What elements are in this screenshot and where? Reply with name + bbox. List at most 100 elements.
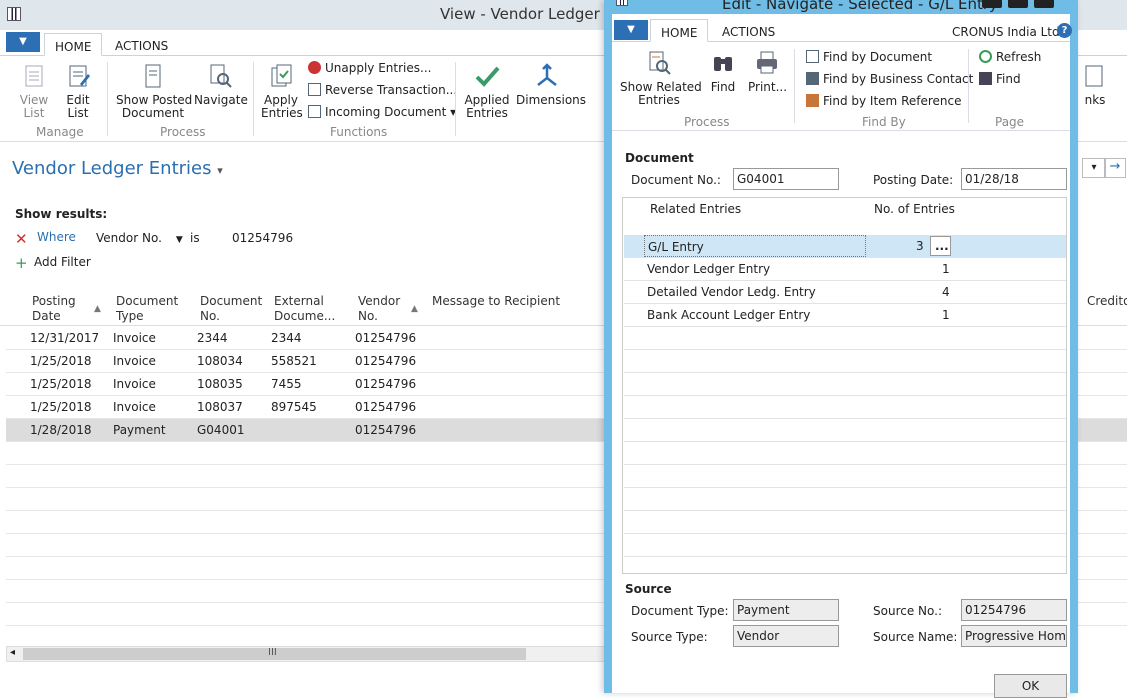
unapply-label: Unapply Entries...: [325, 61, 432, 75]
help-icon[interactable]: ?: [1057, 23, 1072, 38]
document-no-label: Document No.:: [631, 173, 721, 187]
remove-filter-icon[interactable]: ✕: [15, 230, 28, 248]
chevron-down-icon: ▼: [175, 235, 183, 245]
add-filter-link[interactable]: Add Filter: [34, 255, 91, 269]
source-section-title: Source: [625, 582, 672, 596]
empty-row: [624, 373, 1066, 396]
entry-count: 3: [916, 239, 924, 253]
col-document-no[interactable]: Document No.: [200, 294, 262, 324]
list-item[interactable]: Detailed Vendor Ledg. Entry 4: [624, 281, 1066, 304]
app-icon: [7, 7, 21, 21]
show-related-entries-button[interactable]: Show Related Entries: [620, 49, 702, 107]
cell-vendor: 01254796: [355, 400, 417, 414]
col-vendor-no[interactable]: Vendor No.: [358, 294, 400, 324]
list-item-selected[interactable]: G/L Entry 3 ...: [624, 235, 1066, 258]
apply-entries-button[interactable]: Apply Entries: [261, 62, 303, 120]
cell-ext-doc: 2344: [271, 331, 302, 345]
scroll-left-icon[interactable]: ◂: [10, 647, 15, 658]
list-item[interactable]: Vendor Ledger Entry 1: [624, 258, 1066, 281]
unapply-entries-button[interactable]: Unapply Entries...: [308, 61, 431, 75]
chevron-down-icon[interactable]: ▾: [1082, 158, 1106, 178]
view-list-button[interactable]: View List: [14, 62, 54, 120]
cell-vendor: 01254796: [355, 377, 417, 391]
minimize-icon[interactable]: [982, 0, 1002, 8]
col-related-entries[interactable]: Related Entries: [650, 202, 741, 216]
links-label: nks: [1084, 93, 1106, 107]
incoming-document-button[interactable]: Incoming Document ▾: [308, 105, 456, 119]
cell-ext-doc: 897545: [271, 400, 317, 414]
ok-button[interactable]: OK: [994, 674, 1067, 698]
document-no-field[interactable]: G04001: [733, 168, 839, 190]
empty-row: [624, 396, 1066, 419]
entry-name: Detailed Vendor Ledg. Entry: [647, 285, 816, 299]
apply-entries-icon: [271, 64, 292, 87]
dimensions-label: Dimensions: [516, 93, 587, 107]
sort-ascending-icon: ▲: [411, 304, 418, 314]
horizontal-scrollbar[interactable]: ◂ III: [6, 646, 606, 662]
cell-type: Payment: [113, 423, 166, 437]
lookup-ellipsis-button[interactable]: ...: [930, 236, 951, 256]
tab-home[interactable]: HOME: [650, 19, 709, 42]
source-type-field[interactable]: Vendor: [733, 625, 839, 647]
entry-name: Bank Account Ledger Entry: [647, 308, 811, 322]
find-small-button[interactable]: Find: [979, 72, 1021, 86]
col-message-to-recipient[interactable]: Message to Recipient: [432, 294, 560, 309]
posting-date-label: Posting Date:: [873, 173, 954, 187]
show-posted-document-button[interactable]: Show Posted Document: [116, 62, 192, 120]
links-button[interactable]: nks: [1082, 62, 1108, 107]
dialog-ribbon-tabs: ▼ HOME ACTIONS CRONUS India Ltd. ?: [612, 14, 1072, 42]
find-by-contact-button[interactable]: Find by Business Contact: [806, 72, 973, 86]
group-functions-label: Functions: [330, 125, 388, 139]
find-by-contact-label: Find by Business Contact: [823, 72, 974, 86]
source-name-field[interactable]: Progressive Hom...: [961, 625, 1067, 647]
tab-actions[interactable]: ACTIONS: [712, 19, 785, 42]
find-button[interactable]: Find: [706, 49, 740, 94]
document-icon: [145, 64, 161, 88]
filter-value-input[interactable]: 01254796: [232, 231, 293, 245]
plus-icon: +: [15, 254, 28, 272]
cell-date: 12/31/2017: [30, 331, 100, 345]
col-external-document[interactable]: External Docume...: [274, 294, 335, 324]
source-no-field[interactable]: 01254796: [961, 599, 1067, 621]
entry-name: G/L Entry: [644, 235, 866, 257]
find-by-item-reference-button[interactable]: Find by Item Reference: [806, 94, 962, 108]
dimensions-button[interactable]: Dimensions: [516, 62, 586, 107]
scrollbar-thumb[interactable]: III: [23, 647, 526, 660]
reverse-transaction-button[interactable]: Reverse Transaction...: [308, 83, 457, 97]
chevron-down-icon: ▾: [217, 164, 223, 177]
cell-type: Invoice: [113, 331, 156, 345]
print-button[interactable]: Print...: [748, 49, 787, 94]
applied-entries-button[interactable]: Applied Entries: [464, 62, 510, 120]
edit-list-button[interactable]: Edit List: [58, 62, 98, 120]
tab-home[interactable]: HOME: [44, 33, 103, 56]
menu-dropdown-icon[interactable]: ▼: [6, 32, 40, 52]
col-no-of-entries[interactable]: No. of Entries: [874, 202, 955, 216]
find-by-document-button[interactable]: Find by Document: [806, 50, 932, 64]
arrow-right-icon[interactable]: →: [1104, 158, 1126, 178]
col-document-type[interactable]: Document Type: [116, 294, 178, 324]
col-creditor[interactable]: Credito: [1087, 294, 1127, 309]
source-no-label: Source No.:: [873, 604, 942, 618]
empty-row: [624, 442, 1066, 465]
cell-doc-no: 108037: [197, 400, 243, 414]
dialog-ribbon: Show Related Entries Find Print... Proce…: [612, 43, 1070, 131]
menu-dropdown-icon[interactable]: ▼: [614, 20, 648, 40]
cell-type: Invoice: [113, 400, 156, 414]
list-item[interactable]: Bank Account Ledger Entry 1: [624, 304, 1066, 327]
filter-field-select[interactable]: Vendor No. ▼: [96, 231, 183, 245]
navigate-button[interactable]: Navigate: [194, 62, 248, 107]
empty-row: [624, 511, 1066, 534]
tab-actions[interactable]: ACTIONS: [105, 33, 178, 56]
empty-row: [624, 419, 1066, 442]
incoming-label: Incoming Document: [325, 105, 447, 119]
page-title[interactable]: Vendor Ledger Entries ▾: [12, 158, 223, 179]
edit-list-icon: [69, 65, 90, 87]
document-type-field[interactable]: Payment: [733, 599, 839, 621]
close-icon[interactable]: [1034, 0, 1054, 8]
refresh-button[interactable]: Refresh: [979, 50, 1041, 64]
back-window-title: View - Vendor Ledger En: [440, 5, 624, 23]
cell-doc-no: G04001: [197, 423, 245, 437]
posting-date-field[interactable]: 01/28/18: [961, 168, 1067, 190]
col-posting-date[interactable]: Posting Date: [32, 294, 76, 324]
maximize-icon[interactable]: [1008, 0, 1028, 8]
